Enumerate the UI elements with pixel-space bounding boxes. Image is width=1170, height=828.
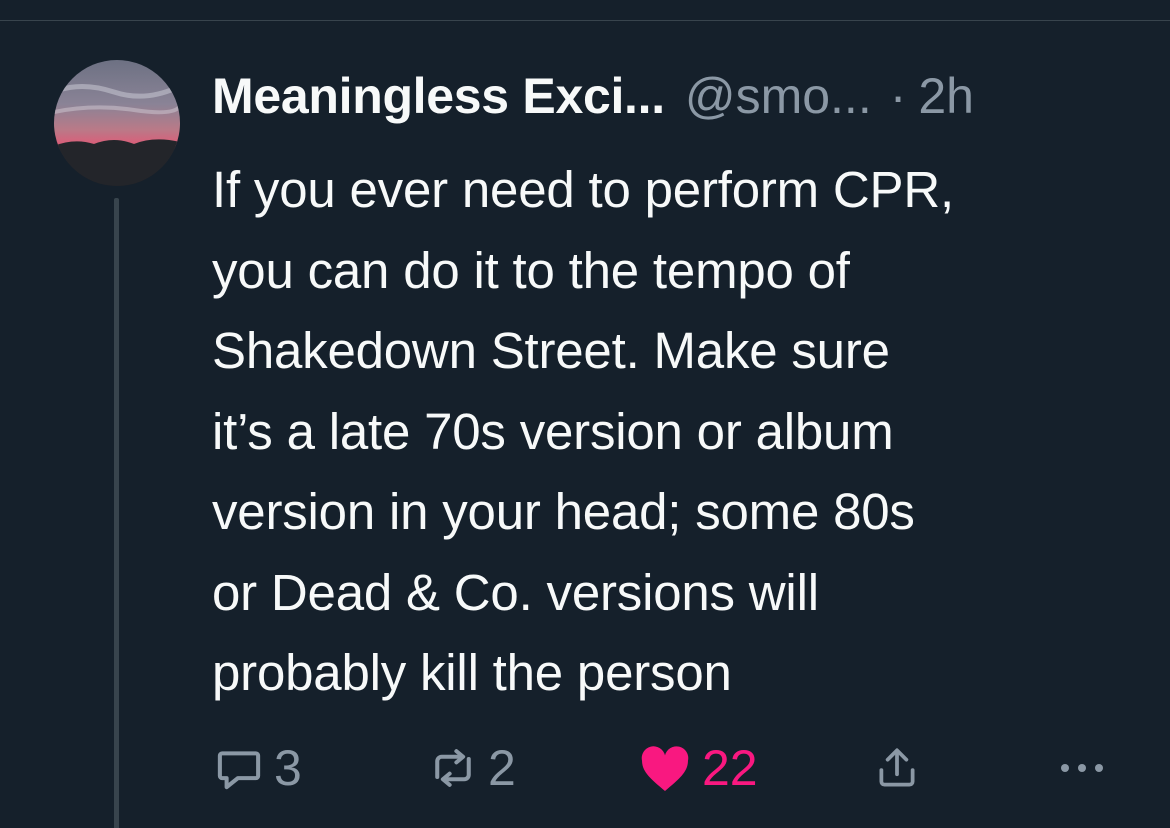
more-icon xyxy=(1061,764,1103,772)
avatar[interactable] xyxy=(54,60,180,186)
tweet-text-line: Shakedown Street. Make sure xyxy=(212,322,890,379)
tweet-text-line: If you ever need to perform CPR, xyxy=(212,161,954,218)
handle[interactable]: @smo... xyxy=(685,64,872,128)
retweet-count: 2 xyxy=(488,740,516,796)
share-icon xyxy=(879,748,915,787)
timestamp[interactable]: 2h xyxy=(918,64,974,128)
tweet-text-line: it’s a late 70s version or album xyxy=(212,402,894,460)
divider xyxy=(0,20,1170,21)
heart-icon xyxy=(641,746,689,791)
reply-button[interactable]: 3 xyxy=(212,736,302,800)
tweet-text-line: you can do it to the tempo of xyxy=(212,241,850,299)
action-bar: 3 2 22 xyxy=(212,736,1112,800)
reply-count: 3 xyxy=(274,740,302,796)
display-name[interactable]: Meaningless Exci... xyxy=(212,64,665,128)
more-button[interactable] xyxy=(1057,736,1107,800)
avatar-image xyxy=(54,60,180,186)
tweet-text: If you ever need to perform CPR, you can… xyxy=(212,150,1152,714)
tweet-text-line: version in your head; some 80s xyxy=(212,483,915,540)
retweet-button[interactable]: 2 xyxy=(426,736,516,800)
tweet-text-line: probably kill the person xyxy=(212,644,732,701)
thread-line xyxy=(114,198,119,828)
tweet-view: Meaningless Exci... @smo... · 2h If you … xyxy=(0,0,1170,828)
like-count: 22 xyxy=(702,740,758,796)
like-button[interactable]: 22 xyxy=(636,736,758,800)
tweet-text-line: or Dead & Co. versions will xyxy=(212,563,819,621)
tweet-header: Meaningless Exci... @smo... · 2h xyxy=(212,64,1152,128)
reply-icon xyxy=(217,751,261,790)
retweet-icon xyxy=(435,749,471,787)
share-button[interactable] xyxy=(872,736,922,800)
separator-dot: · xyxy=(889,68,907,124)
